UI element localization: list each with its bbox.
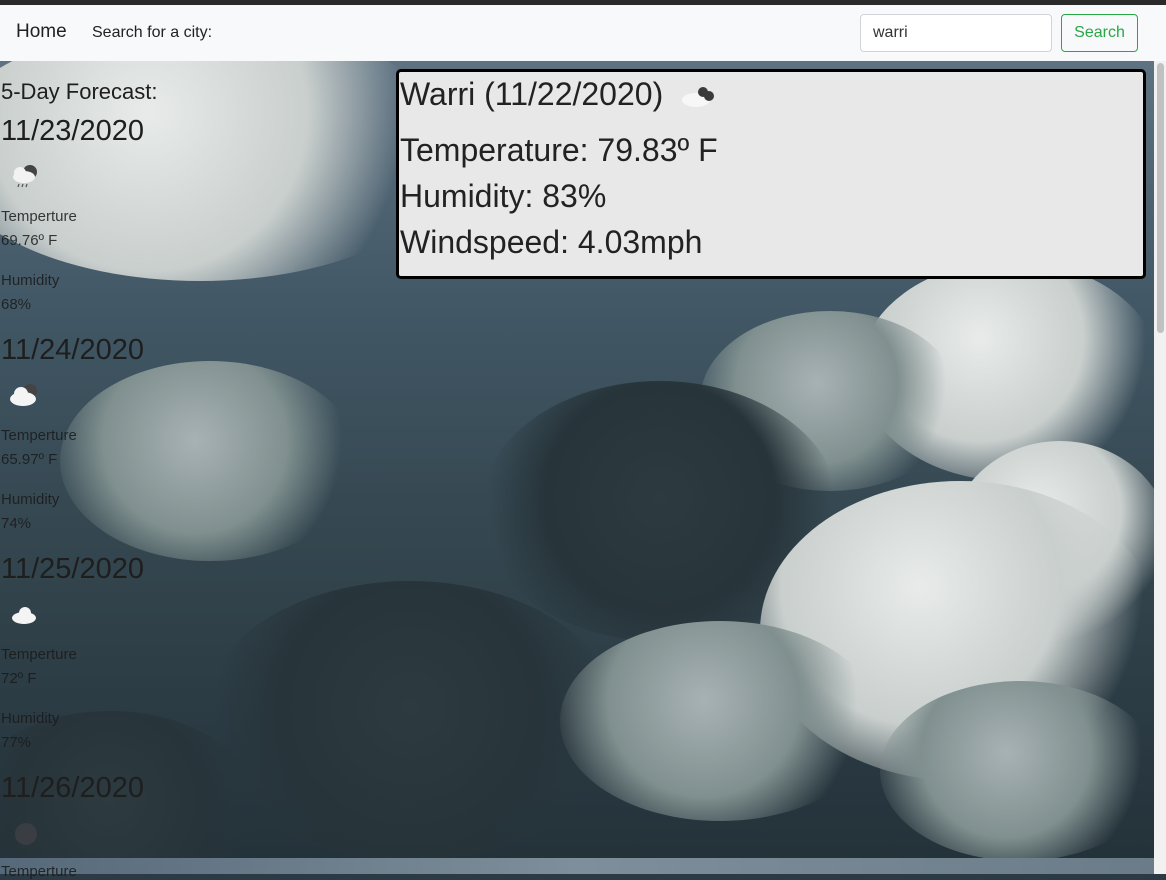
scrollbar-thumb[interactable] (1157, 63, 1164, 333)
humidity-label: Humidity (1, 491, 60, 508)
background-cloud (60, 361, 360, 561)
forecast-date: 11/25/2020 (1, 553, 144, 585)
forecast-date: 11/23/2020 (1, 115, 144, 147)
broken-clouds-icon (682, 87, 714, 107)
temperature-value: 69.76º F (1, 232, 58, 249)
background-cloud (200, 581, 620, 858)
city-search-input[interactable] (860, 14, 1052, 52)
cloud-icon (15, 823, 37, 845)
forecast-date: 11/26/2020 (1, 772, 144, 804)
humidity-label: Humidity (1, 272, 60, 289)
current-city-title: Warri (11/22/2020) (400, 76, 664, 112)
search-button[interactable]: Search (1061, 14, 1138, 52)
background-cloud (560, 621, 880, 821)
humidity-value: 77% (1, 734, 32, 751)
humidity-label: Humidity (1, 710, 60, 727)
humidity-value: 68% (1, 296, 32, 313)
temperature-value: 65.97º F (1, 451, 58, 468)
broken-clouds-icon (10, 384, 37, 406)
search-label: Search for a city: (92, 24, 213, 41)
background-strip (0, 858, 1154, 874)
humidity-value: 74% (1, 515, 32, 532)
temperature-label: Temperture (1, 863, 77, 880)
home-link[interactable]: Home (16, 21, 67, 43)
light-rain-cloud-icon (13, 165, 37, 188)
temperature-label: Temperture (1, 427, 77, 444)
navbar: Home Search for a city: Search (0, 5, 1166, 62)
current-weather-card: Warri (11/22/2020) Temperature: 79.83º F… (396, 69, 1146, 279)
current-humidity: Humidity: 83% (400, 178, 607, 214)
temperature-label: Temperture (1, 208, 77, 225)
current-temperature: Temperature: 79.83º F (400, 132, 718, 168)
scattered-clouds-icon (12, 607, 36, 624)
temperature-label: Temperture (1, 646, 77, 663)
forecast-date: 11/24/2020 (1, 334, 144, 366)
temperature-value: 72º F (1, 670, 37, 687)
background-cloud (880, 681, 1154, 858)
current-windspeed: Windspeed: 4.03mph (400, 224, 703, 260)
forecast-title: 5-Day Forecast: (1, 79, 158, 104)
